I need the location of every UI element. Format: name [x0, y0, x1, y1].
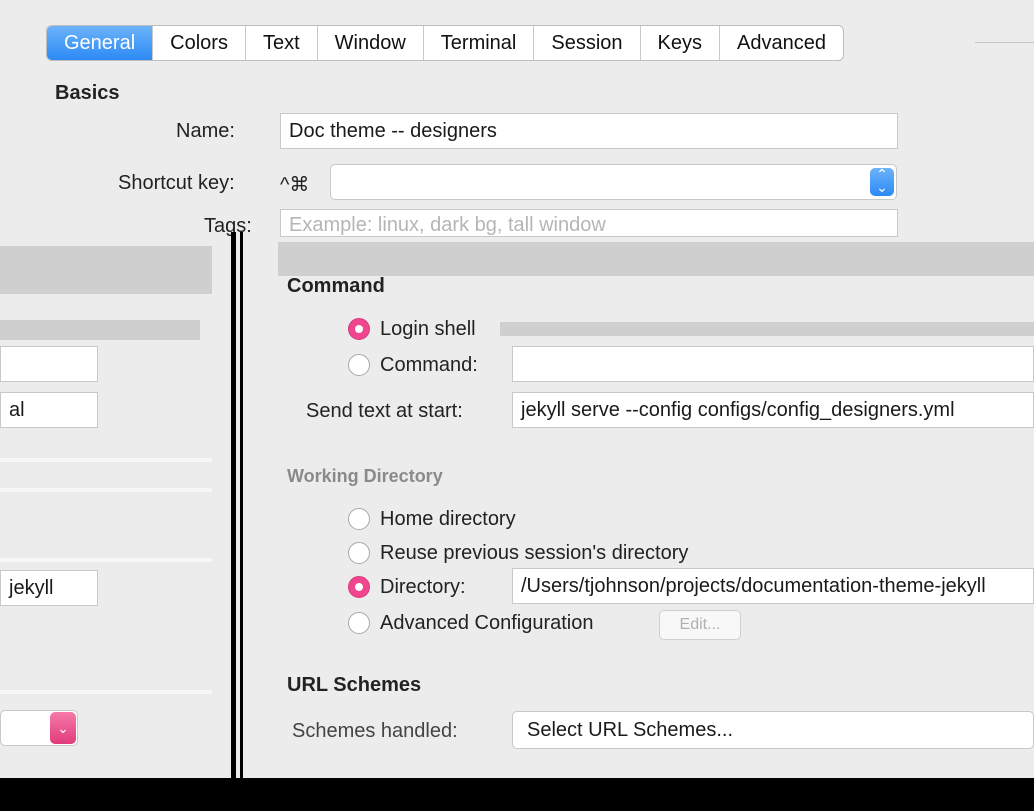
name-field[interactable]: Doc theme -- designers [280, 113, 898, 149]
tab-colors[interactable]: Colors [152, 26, 245, 60]
left-field-3[interactable]: jekyll [0, 570, 98, 606]
preferences-tab-bar: General Colors Text Window Terminal Sess… [46, 25, 844, 61]
left-separator-2 [0, 488, 212, 492]
tab-advanced[interactable]: Advanced [718, 26, 843, 60]
tab-window[interactable]: Window [316, 26, 423, 60]
render-seam-line-2 [240, 232, 243, 811]
working-directory-heading: Working Directory [287, 466, 443, 486]
render-seam-line [231, 232, 236, 811]
shortcut-key-label: Shortcut key: [118, 172, 235, 194]
advanced-config-radio[interactable] [348, 612, 370, 634]
left-panel-fragment: al jekyll ⌄ [0, 240, 212, 780]
tags-label: Tags: [204, 215, 252, 237]
login-shell-strip [500, 322, 1034, 336]
left-header-bar [0, 246, 212, 294]
reuse-directory-radio[interactable] [348, 542, 370, 564]
home-directory-label: Home directory [380, 508, 516, 530]
tags-field[interactable]: Example: linux, dark bg, tall window [280, 209, 898, 237]
select-stepper-icon[interactable]: ⌃ ⌄ [870, 167, 894, 196]
login-shell-radio[interactable] [348, 318, 370, 340]
tab-general[interactable]: General [47, 26, 153, 60]
reuse-directory-label: Reuse previous session's directory [380, 542, 689, 564]
command-radio[interactable] [348, 354, 370, 376]
url-schemes-heading: URL Schemes [287, 674, 422, 696]
directory-label: Directory: [380, 576, 466, 598]
tab-terminal[interactable]: Terminal [422, 26, 534, 60]
left-separator-4 [0, 690, 212, 694]
command-label: Command: [380, 354, 478, 376]
shortcut-modifier-text: ^⌘ [280, 174, 310, 196]
popup-chevron-icon[interactable]: ⌄ [50, 712, 76, 744]
left-separator-3 [0, 558, 212, 562]
right-panel [258, 240, 1034, 780]
send-text-label: Send text at start: [306, 400, 463, 422]
left-field-2[interactable]: al [0, 392, 98, 428]
basics-heading: Basics [55, 82, 120, 104]
tab-divider-line [975, 42, 1034, 43]
bottom-black-band [0, 778, 1034, 811]
shortcut-key-select[interactable] [330, 164, 897, 200]
home-directory-radio[interactable] [348, 508, 370, 530]
tab-session[interactable]: Session [533, 26, 639, 60]
advanced-config-label: Advanced Configuration [380, 612, 594, 634]
tab-keys[interactable]: Keys [639, 26, 719, 60]
directory-radio[interactable] [348, 576, 370, 598]
url-schemes-select[interactable]: Select URL Schemes... [512, 711, 1034, 749]
login-shell-label: Login shell [380, 318, 476, 340]
tab-text[interactable]: Text [244, 26, 317, 60]
edit-button[interactable]: Edit... [659, 610, 741, 640]
left-divider-bar [0, 320, 200, 340]
command-heading: Command [287, 275, 385, 297]
command-field[interactable] [512, 346, 1034, 382]
schemes-handled-label: Schemes handled: [292, 720, 458, 742]
left-field-1[interactable] [0, 346, 98, 382]
directory-field[interactable]: /Users/tjohnson/projects/documentation-t… [512, 568, 1034, 604]
left-separator [0, 458, 212, 462]
send-text-field[interactable]: jekyll serve --config configs/config_des… [512, 392, 1034, 428]
name-label: Name: [176, 120, 235, 142]
right-header-bar [278, 242, 1034, 276]
